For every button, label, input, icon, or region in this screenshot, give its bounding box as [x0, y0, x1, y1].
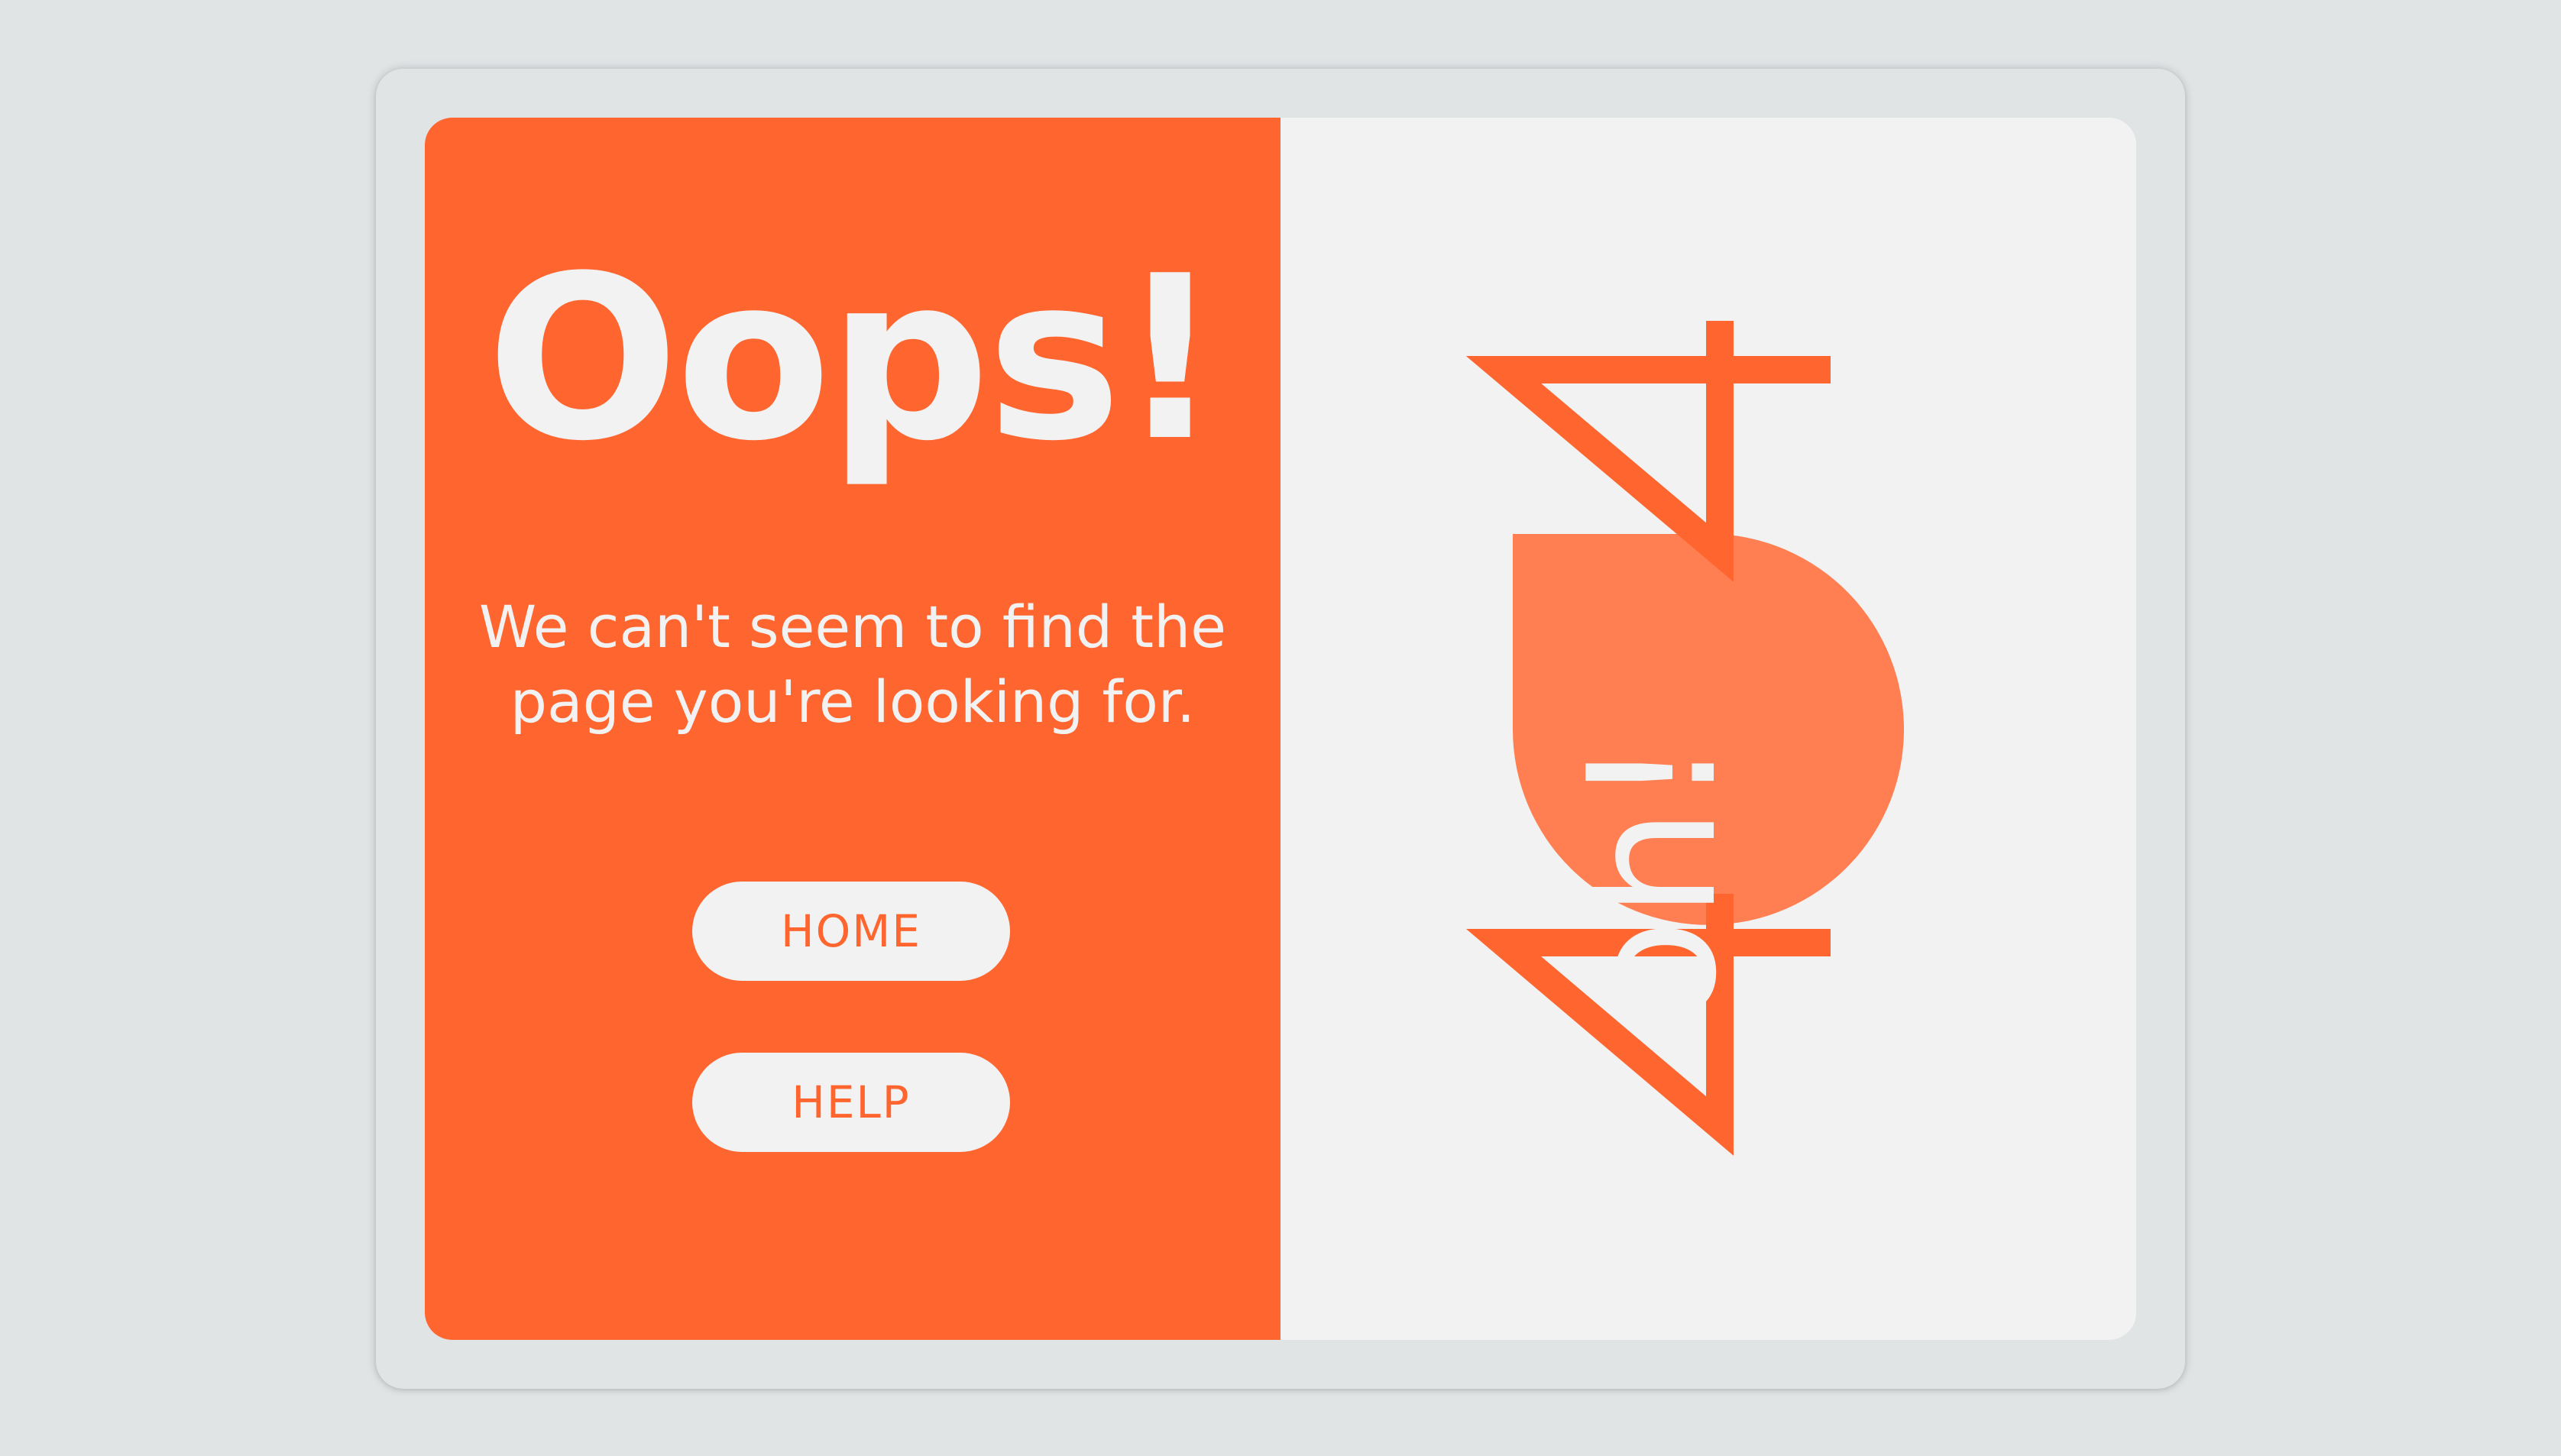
404-illustration: oh!	[1465, 321, 1904, 1156]
digit-four-top	[1465, 321, 1831, 582]
error-message: We can't seem to find the page you're lo…	[479, 593, 1226, 736]
error-card: Oops! We can't seem to find the page you…	[425, 118, 2136, 1340]
message-panel: Oops! We can't seem to find the page you…	[425, 118, 1280, 1340]
help-button[interactable]: HELP	[692, 1053, 1010, 1152]
page-frame: Oops! We can't seem to find the page you…	[376, 69, 2185, 1389]
illustration-panel: oh!	[1280, 118, 2136, 1340]
bubble-text: oh!	[1552, 737, 1756, 1027]
error-headline: Oops!	[486, 227, 1222, 490]
home-button[interactable]: HOME	[692, 882, 1010, 981]
